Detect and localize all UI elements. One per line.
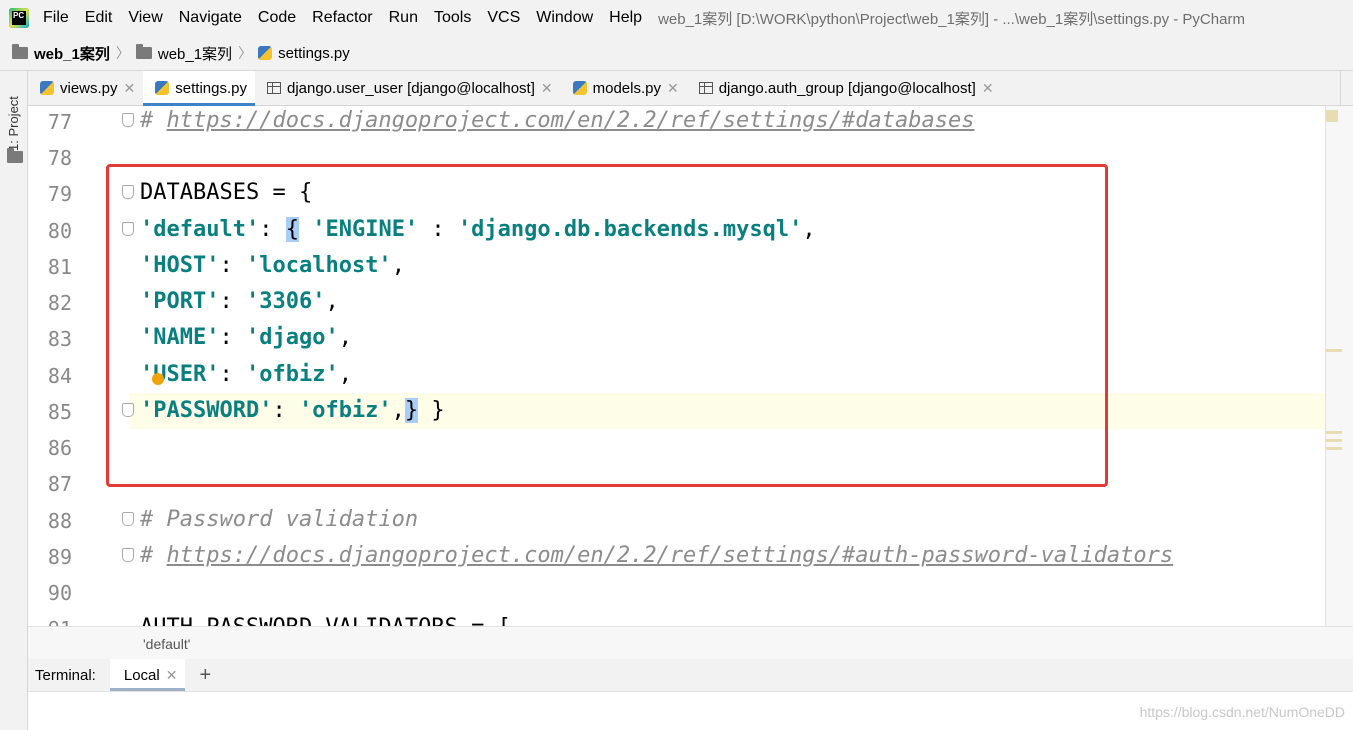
line-number: 79 [47,182,72,206]
line-number: 81 [47,255,72,279]
line-number: 91 [28,617,72,626]
close-icon[interactable]: ✕ [667,80,679,97]
doc-link[interactable]: https://docs.djangoproject.com/en/2.2/re… [167,543,1174,568]
line-number: 89 [47,545,72,569]
close-icon[interactable]: ✕ [982,80,994,97]
tab-label: django.user_user [django@localhost] [286,79,535,97]
tab-label: views.py [60,79,118,97]
terminal-tab-label: Local [123,666,160,684]
python-file-icon [155,81,170,95]
highlight-box [106,164,1108,487]
python-file-icon [40,81,54,95]
menu-run[interactable]: Run [389,9,418,27]
code-line-88: # Password validation [140,505,418,541]
warning-marker[interactable] [1326,447,1342,450]
line-number: 77 [47,110,72,134]
breadcrumb-file[interactable]: settings.py [258,45,350,62]
line-number: 88 [47,509,72,533]
structure-hint[interactable]: 'default' [143,636,190,652]
python-file-icon [572,81,587,95]
menu-file[interactable]: File [43,9,69,27]
code-line-89: # https://docs.djangoproject.com/en/2.2/… [140,541,1173,577]
watermark: https://blog.csdn.net/NumOneDD [1139,704,1345,720]
line-number: 87 [47,472,72,496]
menu-bar: PC File Edit View Navigate Code Refactor… [0,0,1353,36]
breadcrumb-project[interactable]: web_1案列 [12,43,110,64]
breadcrumb: web_1案列 〉 web_1案列 〉 settings.py [0,36,1353,71]
line-number: 85 [47,400,72,424]
fold-icon[interactable] [122,548,134,562]
folder-icon [12,44,28,59]
editor-breadcrumb-bar: 'default' [28,626,1353,660]
add-terminal-icon[interactable]: + [199,664,211,687]
menu-tools[interactable]: Tools [434,9,471,27]
tool-window-strip: 1: Project [0,71,28,730]
breadcrumb-file-label: settings.py [278,44,350,62]
tab-settings-py[interactable]: settings.py [143,71,255,106]
warning-marker[interactable] [1326,431,1342,434]
inspection-status-icon[interactable] [1326,110,1338,122]
terminal-tab-bar: Terminal: Local ✕ + [28,659,1353,692]
close-icon[interactable]: ✕ [166,667,178,684]
code-line-77: # https://docs.djangoproject.com/en/2.2/… [140,106,974,142]
terminal-label: Terminal: [35,666,96,684]
python-file-icon [258,46,273,60]
line-number: 90 [47,581,72,605]
pycharm-logo-icon: PC [9,8,29,28]
editor-tab-bar: views.py ✕ settings.py django.user_user … [28,71,1353,106]
comment: # Password validation [140,507,419,532]
line-number: 84 [47,364,72,388]
breadcrumb-folder-label: web_1案列 [157,45,233,63]
warning-marker[interactable] [1326,439,1342,442]
table-icon [698,82,713,94]
close-icon[interactable]: ✕ [541,80,553,97]
tab-django-user-user[interactable]: django.user_user [django@localhost] ✕ [255,71,561,105]
tab-overflow[interactable] [1340,71,1353,105]
fold-icon[interactable] [122,113,134,127]
terminal-body[interactable]: https://blog.csdn.net/NumOneDD [28,692,1353,730]
breadcrumb-folder[interactable]: web_1案列 [135,43,233,64]
menu-navigate[interactable]: Navigate [179,9,242,27]
code-line-91: AUTH_PASSWORD_VALIDATORS = [ [140,613,511,626]
project-tool-button[interactable]: 1: Project [6,91,21,151]
breadcrumb-project-label: web_1案列 [34,45,110,63]
menu-vcs[interactable]: VCS [487,9,520,27]
tab-label: settings.py [175,79,247,97]
terminal-tab-local[interactable]: Local ✕ [109,659,186,691]
project-folder-icon[interactable] [7,148,23,163]
menu-code[interactable]: Code [258,9,296,27]
tab-label: models.py [592,79,661,97]
folder-icon [135,44,152,59]
code-editor[interactable]: 77 78 79 80 81 82 83 84 85 86 87 88 89 9… [28,106,1325,626]
window-title: web_1案列 [D:\WORK\python\Project\web_1案列]… [658,10,1245,28]
menu-refactor[interactable]: Refactor [312,9,372,27]
tab-models-py[interactable]: models.py ✕ [561,71,687,105]
menu-view[interactable]: View [128,9,162,27]
editor-scrollbar[interactable] [1325,106,1353,626]
breadcrumb-separator-icon: 〉 [115,45,130,61]
comment: # [140,108,167,133]
breadcrumb-separator-icon: 〉 [238,45,253,61]
close-icon[interactable]: ✕ [124,80,136,97]
warning-marker[interactable] [1326,349,1342,352]
line-number: 80 [47,219,72,243]
doc-link[interactable]: https://docs.djangoproject.com/en/2.2/re… [167,108,975,133]
menu-window[interactable]: Window [536,9,593,27]
menu-edit[interactable]: Edit [85,9,113,27]
line-number: 83 [47,327,72,351]
fold-icon[interactable] [122,512,134,526]
tab-views-py[interactable]: views.py ✕ [28,71,143,105]
line-number: 86 [47,436,72,460]
tab-label: django.auth_group [django@localhost] [718,79,976,97]
line-number: 78 [47,146,72,170]
comment: # [140,543,167,568]
menu-help[interactable]: Help [609,9,642,27]
tab-django-auth-group[interactable]: django.auth_group [django@localhost] ✕ [687,71,1002,105]
line-number: 82 [47,291,72,315]
table-icon [266,82,281,94]
code-text: AUTH_PASSWORD_VALIDATORS = [ [140,615,511,626]
